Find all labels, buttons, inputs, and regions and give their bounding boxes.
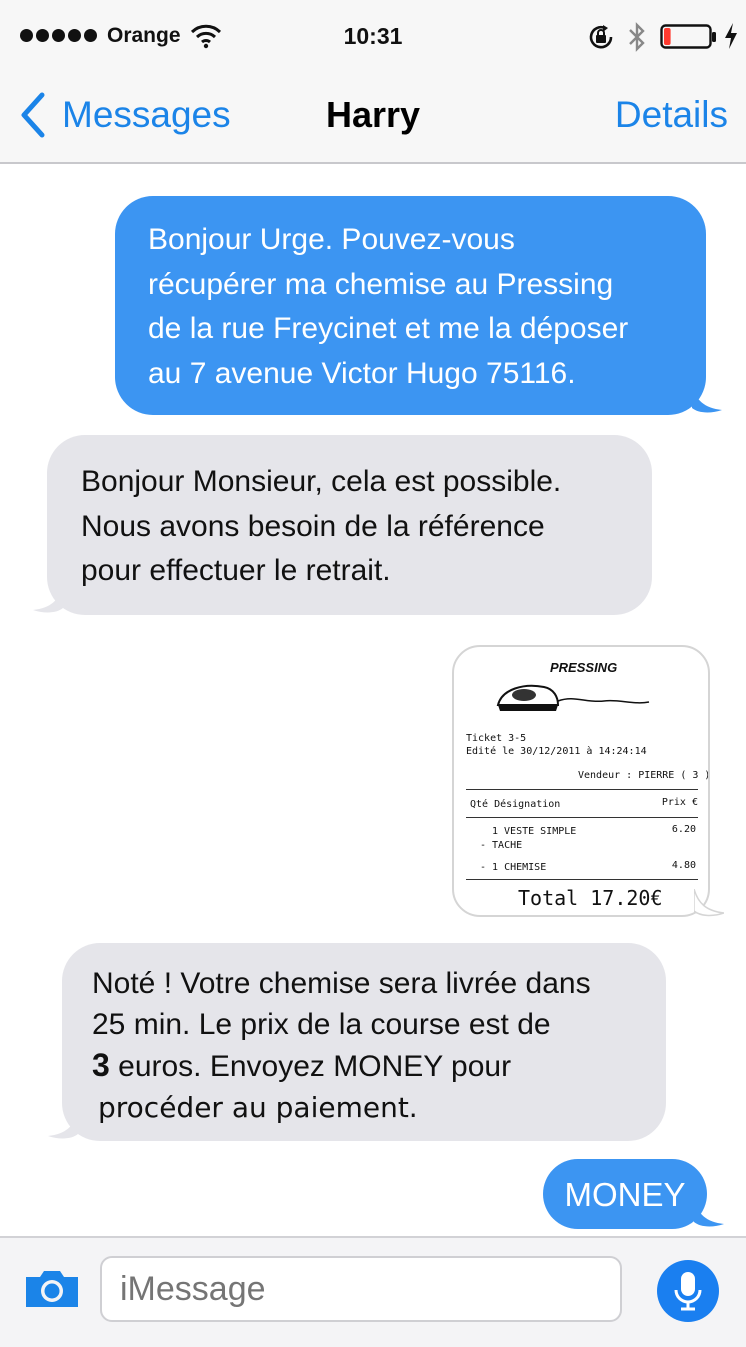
receipt-image: PRESSING Ticket 3-5 Edité le 30/12/2011 …	[464, 655, 708, 911]
receipt-item: - 1 CHEMISE	[480, 862, 547, 873]
receipt-date: Edité le 30/12/2011 à 14:24:14	[466, 746, 647, 757]
message-line: 3 euros. Envoyez MONEY pour	[92, 1045, 646, 1087]
message-line: au 7 avenue Victor Hugo 75116.	[148, 356, 576, 390]
message-line: récupérer ma chemise au Pressing	[148, 267, 614, 301]
outgoing-message-bubble[interactable]: Bonjour Urge. Pouvez-vous récupérer ma c…	[115, 196, 706, 415]
receipt-ticket: Ticket 3-5	[466, 733, 527, 744]
iron-logo-icon	[496, 684, 650, 711]
navigation-bar: Messages Harry Details	[0, 70, 746, 164]
receipt-item: 1 VESTE SIMPLE	[492, 826, 577, 837]
message-line: procéder au paiement.	[98, 1091, 418, 1124]
receipt-seller: Vendeur : PIERRE ( 3 )	[578, 770, 710, 781]
bubble-tail	[33, 586, 63, 613]
bubble-tail	[694, 1200, 724, 1227]
message-line: Bonjour Monsieur, cela est possible.	[81, 465, 562, 498]
receipt-col-left: Qté Désignation	[470, 799, 561, 810]
battery-icon	[660, 24, 718, 55]
microphone-icon	[674, 1272, 702, 1311]
receipt-divider	[466, 789, 698, 790]
receipt-col-right: Prix €	[661, 797, 698, 808]
receipt-item-price: 4.80	[671, 860, 696, 871]
camera-icon[interactable]	[22, 1267, 82, 1316]
imessage-input[interactable]	[100, 1256, 622, 1322]
receipt-shop-name: PRESSING	[550, 660, 618, 675]
message-line: Noté ! Votre chemise sera livrée dans	[92, 967, 591, 1000]
bluetooth-icon	[627, 21, 647, 58]
message-line: MONEY	[564, 1176, 686, 1213]
incoming-message-bubble[interactable]: Noté ! Votre chemise sera livrée dans 25…	[62, 943, 666, 1141]
status-bar: Orange 10:31	[0, 0, 746, 70]
price-amount: 3	[92, 1047, 110, 1083]
bubble-tail	[692, 386, 722, 413]
incoming-message-bubble[interactable]: Bonjour Monsieur, cela est possible. Nou…	[47, 435, 652, 615]
receipt-item-price: 6.20	[671, 824, 696, 835]
receipt-total: Total 17.20€	[518, 886, 663, 910]
message-line: de la rue Freycinet et me la déposer	[148, 312, 629, 345]
microphone-button[interactable]	[657, 1260, 719, 1322]
bubble-tail	[48, 1112, 78, 1139]
message-line: pour effectuer le retrait.	[81, 554, 391, 587]
bubble-tail	[694, 889, 724, 917]
receipt-image-message[interactable]: PRESSING Ticket 3-5 Edité le 30/12/2011 …	[452, 645, 710, 917]
message-line: Bonjour Urge. Pouvez-vous	[148, 223, 515, 256]
message-line: Nous avons besoin de la référence	[81, 509, 545, 543]
receipt-divider	[466, 817, 698, 818]
receipt-divider	[466, 879, 698, 880]
outgoing-message-bubble[interactable]: MONEY	[543, 1159, 707, 1229]
message-line-rest: euros. Envoyez MONEY pour	[109, 1050, 512, 1083]
message-line: 25 min. Le prix de la course est de	[92, 1008, 551, 1041]
details-button[interactable]: Details	[615, 94, 728, 136]
rotation-lock-icon	[587, 24, 615, 55]
receipt-item-note: - TACHE	[480, 840, 523, 851]
message-composer	[0, 1236, 746, 1347]
charging-bolt-icon	[723, 22, 739, 55]
